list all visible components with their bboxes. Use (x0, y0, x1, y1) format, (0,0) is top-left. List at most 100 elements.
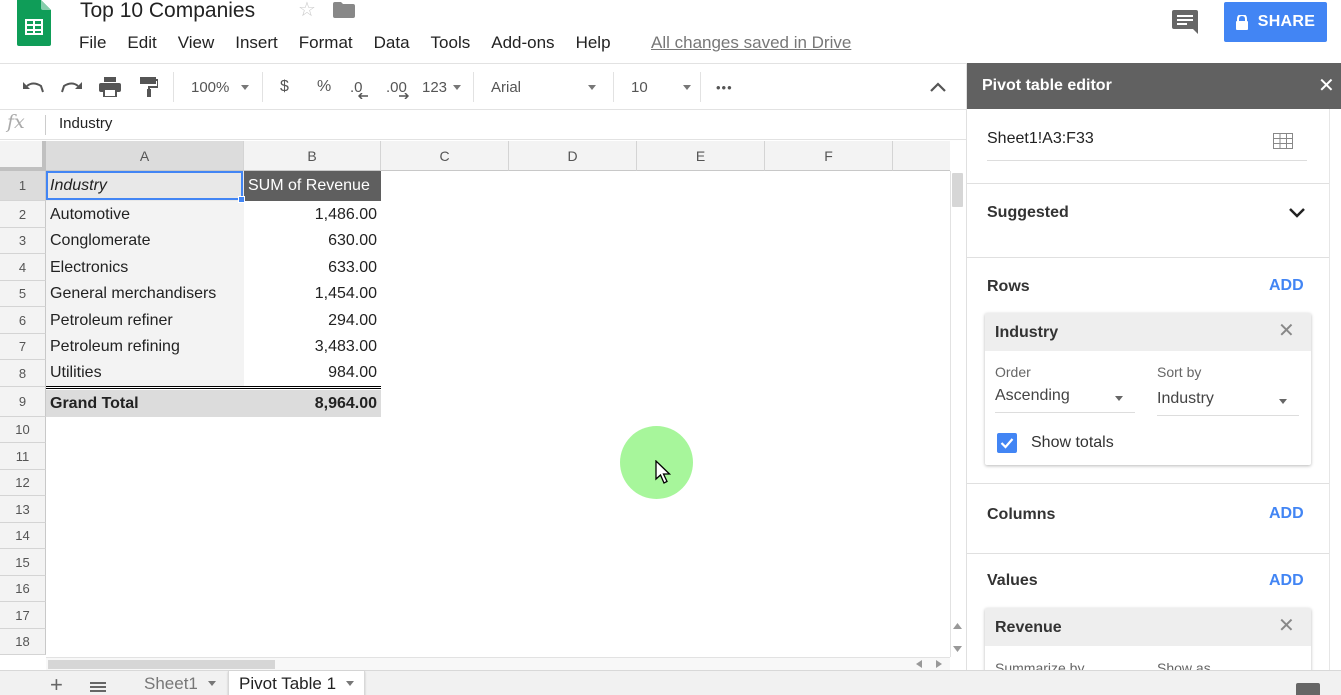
decrease-decimal-button[interactable]: .0 (350, 64, 368, 110)
suggested-label[interactable]: Suggested (987, 204, 1069, 222)
vertical-scrollbar[interactable] (950, 171, 966, 657)
column-header-g[interactable] (893, 141, 950, 171)
paint-format-icon[interactable] (140, 64, 158, 110)
table-row-value[interactable]: 633.00 (244, 254, 381, 281)
document-title[interactable]: Top 10 Companies (80, 0, 255, 24)
menu-edit[interactable]: Edit (127, 31, 156, 55)
save-status-link[interactable]: All changes saved in Drive (651, 32, 851, 54)
table-row-value[interactable]: 1,454.00 (244, 281, 381, 307)
all-sheets-menu-icon[interactable] (90, 682, 106, 692)
menu-format[interactable]: Format (299, 31, 353, 55)
add-column-button[interactable]: ADD (1269, 505, 1304, 523)
fill-handle[interactable] (238, 196, 245, 203)
table-row-label[interactable]: Automotive (46, 201, 244, 228)
undo-icon[interactable] (22, 64, 44, 110)
font-size-select[interactable]: 10 (631, 64, 691, 110)
collapse-icon[interactable] (930, 64, 946, 110)
table-row-value[interactable]: 294.00 (244, 307, 381, 334)
row-header[interactable]: 15 (0, 549, 46, 576)
row-header[interactable]: 17 (0, 602, 46, 629)
add-row-button[interactable]: ADD (1269, 277, 1304, 295)
increase-decimal-button[interactable]: .00 (386, 64, 409, 110)
table-row-label[interactable]: General merchandisers (46, 281, 244, 307)
row-header[interactable]: 5 (0, 281, 46, 307)
row-header[interactable]: 3 (0, 228, 46, 254)
row-header[interactable]: 2 (0, 201, 46, 228)
currency-format-button[interactable]: $ (280, 64, 289, 110)
row-header[interactable]: 9 (0, 387, 46, 417)
formula-input[interactable]: Industry (59, 115, 112, 132)
table-row-label[interactable]: Electronics (46, 254, 244, 281)
select-all-corner[interactable] (0, 141, 46, 171)
chevron-down-icon[interactable] (1289, 208, 1305, 218)
print-icon[interactable] (99, 64, 121, 110)
more-options-button[interactable]: ••• (716, 64, 733, 110)
explore-icon[interactable] (1296, 683, 1320, 695)
close-icon[interactable]: ✕ (1278, 321, 1295, 341)
font-select[interactable]: Arial (491, 64, 596, 110)
sheets-logo-icon[interactable] (17, 0, 51, 46)
table-row-value[interactable]: 3,483.00 (244, 334, 381, 360)
more-formats-select[interactable]: 123 (422, 64, 462, 110)
pivot-header-revenue[interactable]: SUM of Revenue (244, 171, 381, 201)
row-header[interactable]: 4 (0, 254, 46, 281)
row-header[interactable]: 11 (0, 443, 46, 470)
table-row-label[interactable]: Utilities (46, 360, 244, 386)
add-value-button[interactable]: ADD (1269, 572, 1304, 590)
percent-format-button[interactable]: % (317, 64, 331, 110)
comments-icon[interactable] (1172, 10, 1198, 34)
show-totals-checkbox[interactable] (997, 433, 1017, 453)
row-header[interactable]: 18 (0, 629, 46, 655)
column-header-c[interactable]: C (381, 141, 509, 171)
row-header[interactable]: 1 (0, 171, 46, 201)
order-select[interactable]: Ascending (995, 387, 1135, 413)
horizontal-scroll-thumb[interactable] (48, 660, 275, 669)
row-header[interactable]: 14 (0, 523, 46, 549)
menu-insert[interactable]: Insert (235, 31, 278, 55)
table-row-value[interactable]: 630.00 (244, 228, 381, 254)
table-row-value[interactable]: 1,486.00 (244, 201, 381, 228)
pivot-editor-scrollbar[interactable] (1329, 109, 1341, 670)
column-header-d[interactable]: D (509, 141, 637, 171)
menu-addons[interactable]: Add-ons (491, 31, 554, 55)
table-row-label[interactable]: Petroleum refiner (46, 307, 244, 334)
folder-icon[interactable] (333, 2, 355, 18)
sort-by-select[interactable]: Industry (1157, 390, 1299, 416)
row-header[interactable]: 8 (0, 360, 46, 387)
table-row-label[interactable]: Conglomerate (46, 228, 244, 254)
close-icon[interactable]: ✕ (1278, 616, 1295, 636)
zoom-select[interactable]: 100% (191, 64, 250, 110)
scroll-up-icon[interactable] (953, 623, 962, 629)
scroll-left-icon[interactable] (916, 660, 922, 668)
menu-file[interactable]: File (79, 31, 106, 55)
scroll-right-icon[interactable] (936, 660, 942, 668)
row-header[interactable]: 12 (0, 470, 46, 496)
row-header[interactable]: 7 (0, 334, 46, 360)
add-sheet-button[interactable]: + (50, 674, 63, 695)
chevron-down-icon[interactable] (346, 681, 355, 686)
menu-view[interactable]: View (178, 31, 215, 55)
scroll-down-icon[interactable] (953, 646, 962, 652)
row-header[interactable]: 10 (0, 417, 46, 443)
sheet-tab-pivot-table-1[interactable]: Pivot Table 1 (228, 671, 366, 695)
column-header-e[interactable]: E (637, 141, 765, 171)
row-header[interactable]: 13 (0, 496, 46, 523)
select-range-grid-icon[interactable] (1273, 133, 1293, 149)
column-header-f[interactable]: F (765, 141, 893, 171)
chevron-down-icon[interactable] (207, 681, 216, 686)
grand-total-value[interactable]: 8,964.00 (244, 390, 381, 417)
menu-tools[interactable]: Tools (431, 31, 471, 55)
close-icon[interactable]: ✕ (1318, 76, 1335, 96)
menu-help[interactable]: Help (576, 31, 611, 55)
sheet-tab-sheet1[interactable]: Sheet1 (134, 671, 226, 695)
column-header-a[interactable]: A (46, 141, 244, 171)
row-header[interactable]: 16 (0, 576, 46, 602)
share-button[interactable]: SHARE (1224, 2, 1327, 42)
vertical-scroll-thumb[interactable] (952, 173, 963, 207)
menu-data[interactable]: Data (374, 31, 410, 55)
star-icon[interactable]: ☆ (298, 0, 316, 21)
spreadsheet-grid[interactable]: A B C D E F 1 2 3 4 5 6 7 8 9 10 11 12 1… (0, 141, 950, 657)
show-totals-label[interactable]: Show totals (1031, 434, 1114, 452)
pivot-header-industry[interactable]: Industry (46, 171, 244, 201)
row-header[interactable]: 6 (0, 307, 46, 334)
